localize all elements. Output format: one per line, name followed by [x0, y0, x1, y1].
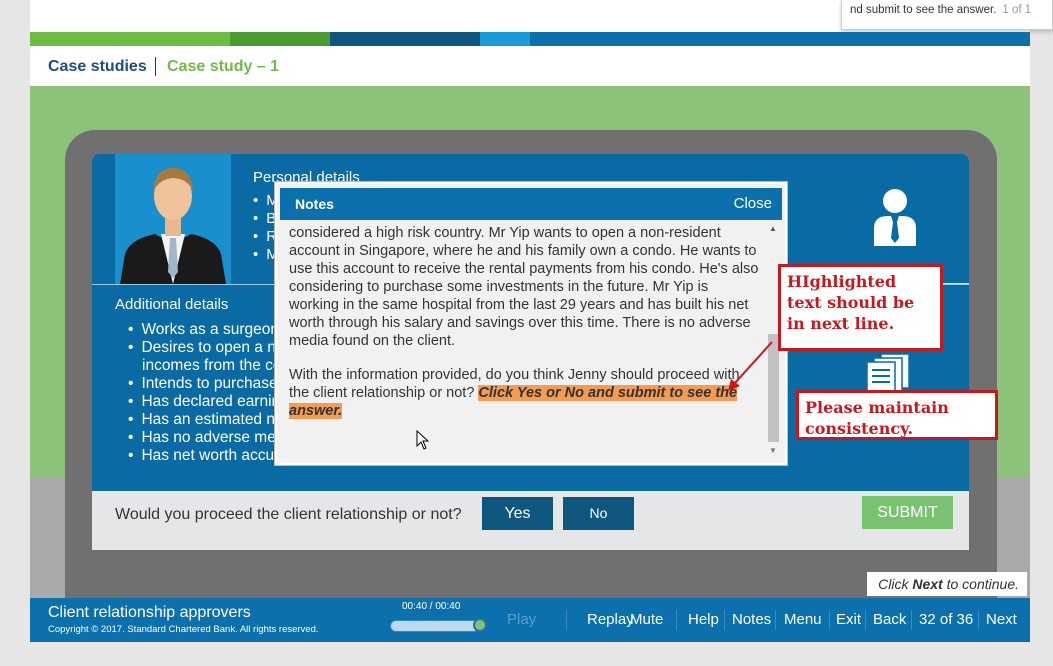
nav-separator	[724, 610, 725, 630]
color-stripe-blue	[530, 32, 1030, 46]
continue-hint: Click Next to continue.	[867, 572, 1027, 596]
time-readout: 00:40 / 00:40	[402, 601, 461, 612]
play-button[interactable]: Play	[507, 611, 536, 628]
additional-details-heading: Additional details	[115, 296, 229, 313]
breadcrumb-section: Case studies	[48, 58, 147, 75]
annotation-callout: Please maintain consistency.	[796, 390, 998, 440]
client-avatar	[115, 154, 231, 284]
notes-paragraph: With the information provided, do you th…	[289, 366, 759, 420]
copyright-text: Copyright © 2017. Standard Chartered Ban…	[48, 624, 319, 635]
nav-separator	[676, 610, 677, 630]
course-title: Client relationship approvers	[48, 604, 251, 621]
scroll-up-arrow-icon[interactable]: ▲	[769, 224, 777, 233]
player-footer: Client relationship approvers Copyright …	[30, 598, 1030, 642]
page-counter: 32 of 36	[919, 611, 974, 628]
nav-separator	[775, 610, 776, 630]
annotation-callout: HIghlighted text should be in next line.	[778, 264, 943, 351]
breadcrumb: Case studies Case study – 1	[30, 46, 1030, 86]
continue-hint-pre: Click	[878, 576, 913, 592]
nav-separator	[978, 610, 979, 630]
progress-handle[interactable]	[473, 618, 487, 632]
find-in-page-popup: nd submit to see the answer. 1 of 1	[841, 0, 1053, 30]
notes-content: considered a high risk country. Mr Yip w…	[289, 224, 759, 454]
find-match-text: nd submit to see the answer.	[850, 4, 997, 16]
close-button[interactable]: Close	[734, 195, 772, 212]
breadcrumb-separator	[155, 57, 156, 76]
color-stripe-lightblue	[480, 32, 530, 46]
person-icon	[872, 188, 918, 251]
nav-separator	[865, 610, 866, 630]
mute-button[interactable]: Mute	[630, 611, 663, 628]
mouse-cursor-icon	[416, 430, 430, 450]
nav-separator	[829, 610, 830, 630]
replay-button[interactable]: Replay	[587, 611, 634, 628]
scroll-down-arrow-icon[interactable]: ▼	[769, 446, 777, 455]
progress-bar[interactable]	[390, 620, 480, 632]
next-button[interactable]: Next	[986, 611, 1017, 628]
color-stripe-green-2	[230, 32, 330, 46]
businessman-icon	[120, 168, 226, 284]
nav-separator	[911, 610, 912, 630]
progress-fill	[391, 621, 479, 631]
notes-paragraph: considered a high risk country. Mr Yip w…	[289, 225, 759, 349]
continue-hint-next: Next	[912, 576, 943, 592]
yes-button[interactable]: Yes	[482, 497, 553, 530]
nav-separator	[566, 610, 567, 630]
notes-header: Notes Close	[280, 188, 782, 220]
no-button[interactable]: No	[563, 497, 634, 530]
page-title: Case study – 1	[167, 58, 280, 75]
find-match-count: 1 of 1	[1002, 4, 1032, 16]
course-player: nd submit to see the answer. 1 of 1 Case …	[0, 0, 1053, 666]
exit-button[interactable]: Exit	[836, 611, 861, 628]
notes-dialog: Notes Close considered a high risk count…	[275, 182, 787, 465]
question-text: Would you proceed the client relationshi…	[115, 506, 462, 523]
notes-button[interactable]: Notes	[732, 611, 771, 628]
question-panel: Would you proceed the client relationshi…	[92, 491, 969, 550]
menu-button[interactable]: Menu	[784, 611, 822, 628]
back-button[interactable]: Back	[873, 611, 906, 628]
submit-button[interactable]: SUBMIT	[862, 496, 953, 529]
continue-hint-post: to continue.	[942, 576, 1019, 592]
color-stripe-green-1	[30, 32, 230, 46]
help-button[interactable]: Help	[688, 611, 719, 628]
notes-title: Notes	[295, 196, 334, 212]
color-stripe-darkblue	[330, 32, 480, 46]
